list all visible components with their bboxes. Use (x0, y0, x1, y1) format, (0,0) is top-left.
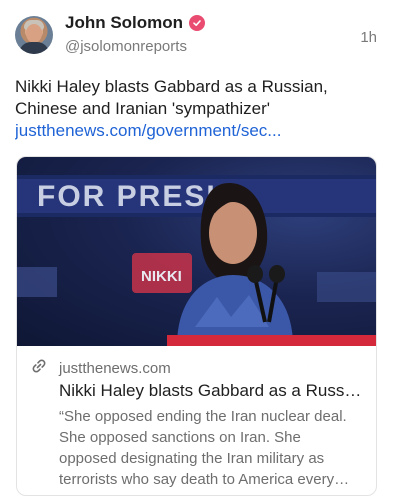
link-preview-image: FOR PRESID NIKKI (17, 157, 376, 346)
post-link[interactable]: justthenews.com/government/sec... (15, 120, 375, 142)
verified-badge-icon (189, 15, 206, 31)
link-preview-title[interactable]: Nikki Haley blasts Gabbard as a Russi... (31, 380, 362, 402)
author-handle[interactable]: @jsolomonreports (65, 38, 187, 55)
link-preview-meta: justthenews.com Nikki Haley blasts Gabba… (17, 346, 376, 490)
link-domain: justthenews.com (59, 359, 171, 377)
post-text: Nikki Haley blasts Gabbard as a Russian,… (15, 77, 328, 118)
avatar-shirt (19, 42, 49, 54)
link-preview-description: “She opposed ending the Iran nuclear dea… (59, 408, 347, 488)
post-timestamp: 1h (360, 29, 377, 46)
link-preview-card[interactable]: FOR PRESID NIKKI justthenews.com Nikki H… (16, 156, 377, 496)
social-post: John Solomon @jsolomonreports 1h Nikki H… (0, 0, 393, 500)
author-name[interactable]: John Solomon (65, 13, 183, 33)
author-name-row: John Solomon (65, 13, 206, 33)
sign-text-2: NIKKI (141, 268, 182, 285)
link-icon (31, 358, 47, 379)
avatar-face (26, 24, 42, 43)
author-avatar[interactable] (15, 16, 53, 54)
domain-row: justthenews.com (31, 358, 362, 378)
